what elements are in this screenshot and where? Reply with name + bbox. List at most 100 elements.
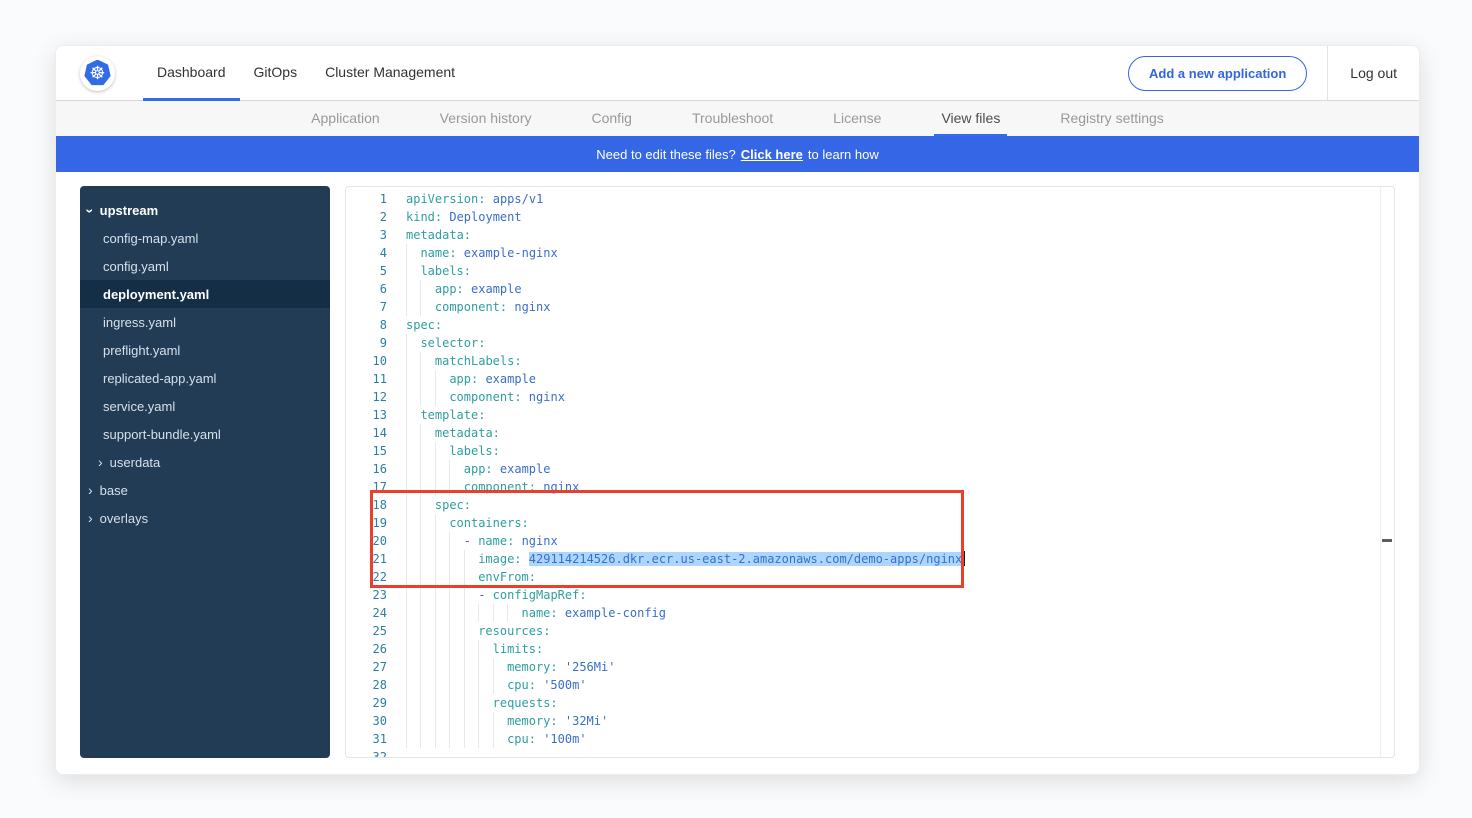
editor-scrollbar[interactable] <box>1380 187 1394 757</box>
yaml-key: memory: <box>507 714 558 728</box>
indent-guide <box>449 712 463 730</box>
indent-guide <box>493 676 507 694</box>
nav-item-cluster-management[interactable]: Cluster Management <box>311 46 469 101</box>
space <box>493 462 500 476</box>
admin-console-window: ☸ DashboardGitOpsCluster Management Add … <box>55 45 1420 775</box>
tab-version-history[interactable]: Version history <box>433 101 539 136</box>
code-line[interactable]: component: nginx <box>406 388 1394 406</box>
code-line[interactable]: requests: <box>406 694 1394 712</box>
indent-guide <box>420 550 434 568</box>
folder-overlays[interactable]: ›overlays <box>80 504 330 532</box>
tab-view-files[interactable]: View files <box>934 101 1007 136</box>
file-config-map-yaml[interactable]: config-map.yaml <box>80 224 330 252</box>
folder-userdata[interactable]: ›userdata <box>80 448 330 476</box>
yaml-value: nginx <box>522 534 558 548</box>
indent-guide <box>420 424 434 442</box>
space <box>522 552 529 566</box>
yaml-dash: - <box>478 588 492 602</box>
file-ingress-yaml[interactable]: ingress.yaml <box>80 308 330 336</box>
code-line[interactable]: component: nginx <box>406 478 1394 496</box>
code-line[interactable]: envFrom: <box>406 568 1394 586</box>
code-line[interactable]: metadata: <box>406 226 1394 244</box>
code-line[interactable]: memory: '32Mi' <box>406 712 1394 730</box>
yaml-key: name: <box>420 246 456 260</box>
code-line[interactable]: labels: <box>406 262 1394 280</box>
line-number: 21 <box>346 550 387 568</box>
code-line[interactable]: metadata: <box>406 424 1394 442</box>
code-line[interactable]: image: 429114214526.dkr.ecr.us-east-2.am… <box>406 550 1394 568</box>
folder-upstream[interactable]: ›upstream <box>80 196 330 224</box>
code-line[interactable]: - name: nginx <box>406 532 1394 550</box>
code-line[interactable]: name: example-nginx <box>406 244 1394 262</box>
line-number: 26 <box>346 640 387 658</box>
code-line[interactable]: template: <box>406 406 1394 424</box>
click-here-link[interactable]: Click here <box>741 147 803 162</box>
space <box>514 534 521 548</box>
tab-troubleshoot[interactable]: Troubleshoot <box>685 101 780 136</box>
line-number: 14 <box>346 424 387 442</box>
code-line[interactable]: containers: <box>406 514 1394 532</box>
code-content[interactable]: apiVersion: apps/v1kind: Deploymentmetad… <box>387 187 1394 757</box>
code-line[interactable]: spec: <box>406 496 1394 514</box>
code-line[interactable]: component: nginx <box>406 298 1394 316</box>
code-line[interactable]: cpu: '100m' <box>406 730 1394 748</box>
code-line[interactable]: app: example <box>406 370 1394 388</box>
code-line[interactable]: name: example-config <box>406 604 1394 622</box>
folder-base[interactable]: ›base <box>80 476 330 504</box>
overview-ruler-cursor-mark <box>1382 539 1392 542</box>
tab-license[interactable]: License <box>826 101 888 136</box>
indent-guide <box>406 370 420 388</box>
code-line[interactable]: selector: <box>406 334 1394 352</box>
indent-guide <box>406 640 420 658</box>
code-line[interactable]: app: example <box>406 280 1394 298</box>
code-line[interactable]: kind: Deployment <box>406 208 1394 226</box>
indent-guide <box>449 640 463 658</box>
yaml-key: image: <box>478 552 521 566</box>
file-replicated-app-yaml[interactable]: replicated-app.yaml <box>80 364 330 392</box>
code-line[interactable]: cpu: '500m' <box>406 676 1394 694</box>
file-deployment-yaml[interactable]: deployment.yaml <box>80 280 330 308</box>
edit-files-banner: Need to edit these files? Click here to … <box>56 136 1419 172</box>
code-line[interactable]: spec: <box>406 316 1394 334</box>
code-line[interactable]: matchLabels: <box>406 352 1394 370</box>
code-line[interactable]: memory: '256Mi' <box>406 658 1394 676</box>
indent-guide <box>493 604 507 622</box>
code-line[interactable]: labels: <box>406 442 1394 460</box>
code-line[interactable] <box>406 748 1394 757</box>
tree-item-label: ingress.yaml <box>103 315 176 330</box>
file-preflight-yaml[interactable]: preflight.yaml <box>80 336 330 364</box>
tab-application[interactable]: Application <box>304 101 387 136</box>
file-service-yaml[interactable]: service.yaml <box>80 392 330 420</box>
banner-text-after: to learn how <box>808 147 879 162</box>
tab-config[interactable]: Config <box>585 101 639 136</box>
code-line[interactable]: app: example <box>406 460 1394 478</box>
indent-guide <box>406 604 420 622</box>
tree-item-label: config.yaml <box>103 259 169 274</box>
tab-registry-settings[interactable]: Registry settings <box>1053 101 1170 136</box>
indent-guide <box>464 640 478 658</box>
line-number: 13 <box>346 406 387 424</box>
code-line[interactable]: resources: <box>406 622 1394 640</box>
kubernetes-heptagon: ☸ <box>84 60 111 87</box>
indent-guide <box>478 676 492 694</box>
code-line[interactable]: apiVersion: apps/v1 <box>406 190 1394 208</box>
file-support-bundle-yaml[interactable]: support-bundle.yaml <box>80 420 330 448</box>
code-line[interactable]: limits: <box>406 640 1394 658</box>
indent-guide <box>406 550 420 568</box>
indent-guide <box>420 514 434 532</box>
yaml-value: Deployment <box>449 210 521 224</box>
nav-item-gitops[interactable]: GitOps <box>240 46 312 101</box>
yaml-key: labels: <box>420 264 471 278</box>
indent-guide <box>435 460 449 478</box>
code-editor: 1234567891011121314151617181920212223242… <box>345 186 1395 758</box>
indent-guide <box>420 676 434 694</box>
line-number: 16 <box>346 460 387 478</box>
tree-item-label: replicated-app.yaml <box>103 371 216 386</box>
logout-link[interactable]: Log out <box>1327 46 1401 100</box>
add-application-button[interactable]: Add a new application <box>1128 56 1307 91</box>
indent-guide <box>435 622 449 640</box>
nav-item-dashboard[interactable]: Dashboard <box>143 46 240 101</box>
code-line[interactable]: - configMapRef: <box>406 586 1394 604</box>
main-nav: DashboardGitOpsCluster Management <box>143 46 469 100</box>
file-config-yaml[interactable]: config.yaml <box>80 252 330 280</box>
